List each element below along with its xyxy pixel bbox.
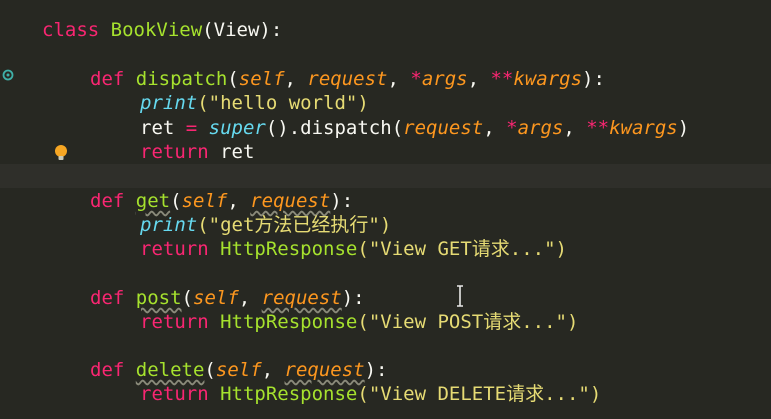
keyword-return: return [140,311,209,333]
arg: args [517,117,564,139]
arg: request [403,117,484,139]
string-literal: ("View GET请求...") [357,238,567,260]
code-line: class BookView(View): [0,18,771,42]
punct: ( [202,19,214,41]
string-literal: ("hello world") [197,92,369,114]
punct: , [284,68,308,90]
param: args [421,68,468,90]
builtin-print: print [140,92,198,114]
param: request [261,287,342,309]
keyword-def: def [90,190,125,212]
param: kwargs [513,68,583,90]
code-line: def get(self, request): [0,189,771,213]
code-line: print("get方法已经执行") [0,213,771,237]
keyword-return: return [140,383,209,405]
code-line: print("hello world") [0,91,771,115]
method-call: ().dispatch( [265,117,404,139]
keyword-class: class [42,19,100,41]
variable: ret [140,117,175,139]
punct: ( [227,68,239,90]
code-editor[interactable]: class BookView(View): def dispatch(self,… [0,0,771,419]
code-line: def delete(self, request): [0,358,771,382]
arg: kwargs [609,117,678,139]
punct: ( [170,190,182,212]
punct: , [563,117,587,139]
code-line: return ret [0,140,771,164]
param-self: self [238,68,285,90]
code-line: def post(self, request): [0,286,771,310]
punct: , [261,359,285,381]
param-self: self [193,287,239,309]
keyword-return: return [140,238,209,260]
text-cursor-icon [457,285,463,307]
base-class: View [213,19,260,41]
function-name: get [135,190,171,212]
string-literal: ("View POST请求...") [357,311,579,333]
code-area[interactable]: class BookView(View): def dispatch(self,… [0,0,771,419]
code-line: return HttpResponse("View DELETE请求...") [0,382,771,406]
punct: ) [677,117,690,139]
keyword-return: return [140,141,209,163]
punct: ( [204,359,216,381]
punct: ): [330,190,354,212]
punct: ): [259,19,283,41]
current-line-highlight [0,164,771,189]
code-line: ret = super().dispatch(request, *args, *… [0,116,771,140]
builtin-super: super [208,117,266,139]
function-name: dispatch [135,68,228,90]
operator: * [506,117,518,139]
function-name: post [135,287,182,309]
string-literal: ("View DELETE请求...") [357,383,602,405]
punct: , [387,68,411,90]
keyword-def: def [90,68,125,90]
code-line: def dispatch(self, request, *args, **kwa… [0,67,771,91]
keyword-def: def [90,359,125,381]
operator: ** [586,117,610,139]
punct: ): [341,287,365,309]
param: request [250,190,331,212]
class-call: HttpResponse [220,238,358,260]
punct: , [238,287,262,309]
keyword-def: def [90,287,125,309]
code-line: return HttpResponse("View GET请求...") [0,237,771,261]
code-line: return HttpResponse("View POST请求...") [0,310,771,334]
class-name: BookView [110,19,203,41]
param: request [307,68,388,90]
param: request [284,359,365,381]
punct: , [227,190,251,212]
param-self: self [181,190,228,212]
function-name: delete [135,359,205,381]
class-call: HttpResponse [220,311,358,333]
punct: ): [582,68,605,90]
class-call: HttpResponse [220,383,358,405]
punct: ): [364,359,388,381]
punct: , [467,68,491,90]
operator: ** [490,68,514,90]
punct: , [483,117,507,139]
punct: ( [181,287,193,309]
param-self: self [215,359,262,381]
operator: = [174,117,209,139]
builtin-print: print [140,214,198,236]
operator: * [410,68,422,90]
variable: ret [208,141,255,163]
string-literal: ("get方法已经执行") [197,214,392,236]
